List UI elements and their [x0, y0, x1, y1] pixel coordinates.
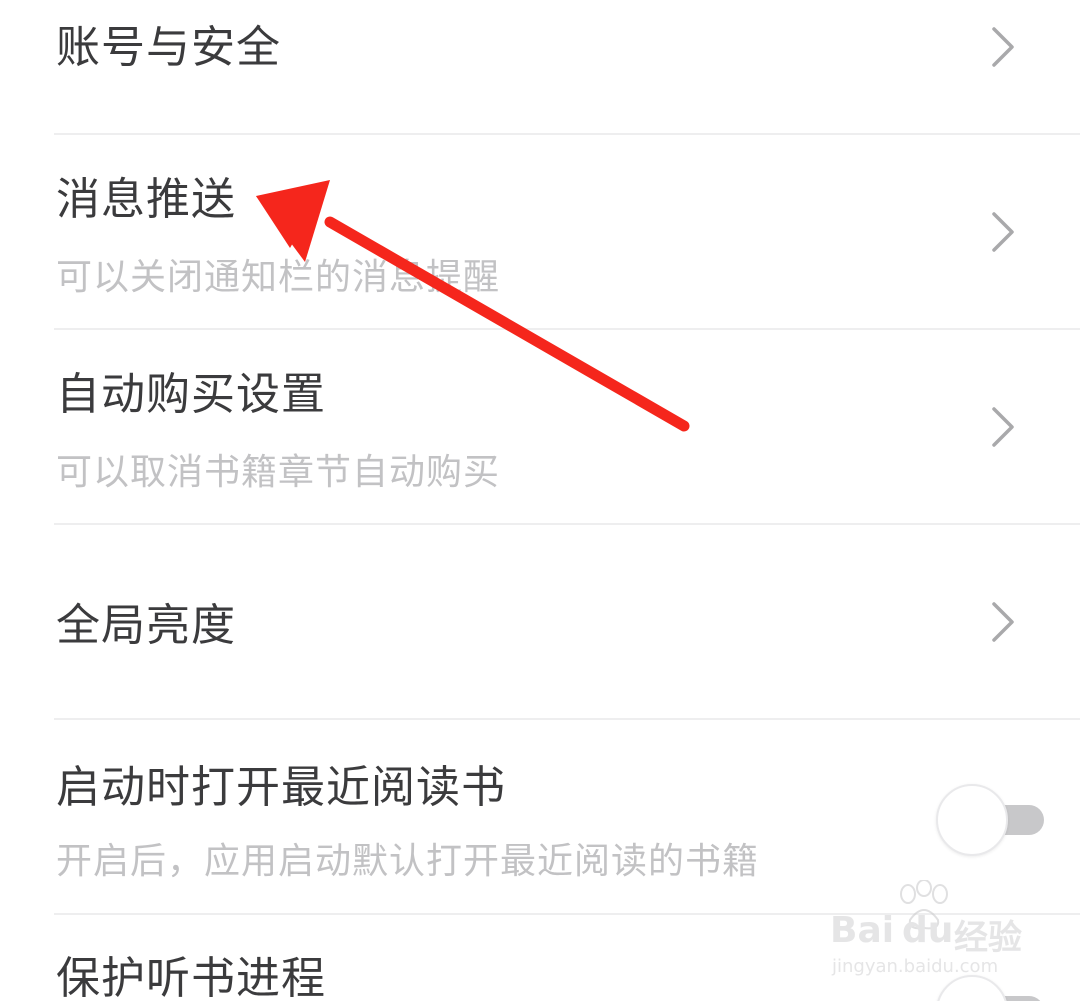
watermark-url: jingyan.baidu.com	[832, 956, 999, 977]
chevron-right-icon	[992, 602, 1014, 642]
settings-item-subtitle: 可以取消书籍章节自动购买	[56, 452, 501, 493]
settings-item-auto-purchase[interactable]: 自动购买设置 可以取消书籍章节自动购买	[0, 330, 1080, 525]
settings-item-title: 全局亮度	[56, 600, 236, 651]
chevron-right-icon	[992, 407, 1014, 447]
watermark-brand-right: du	[902, 910, 954, 951]
watermark-brand-cn: 经验	[954, 918, 1022, 958]
chevron-right-icon	[992, 27, 1014, 67]
settings-item-title: 保护听书进程	[56, 953, 326, 1001]
settings-item-message-push[interactable]: 消息推送 可以关闭通知栏的消息提醒	[0, 135, 1080, 330]
watermark-brand-left: Bai	[830, 910, 895, 951]
chevron-right-icon	[992, 212, 1014, 252]
toggle-knob	[936, 784, 1008, 856]
settings-screen: 账号与安全 消息推送 可以关闭通知栏的消息提醒 自动购买设置 可以取消书籍章节自…	[0, 0, 1080, 1001]
settings-item-subtitle: 开启后，应用启动默认打开最近阅读的书籍	[56, 841, 760, 882]
settings-item-subtitle: 可以关闭通知栏的消息提醒	[56, 257, 501, 298]
open-recent-book-toggle[interactable]	[936, 784, 1046, 856]
settings-item-account-security[interactable]: 账号与安全	[0, 0, 1080, 135]
settings-item-global-brightness[interactable]: 全局亮度	[0, 525, 1080, 720]
settings-item-title: 启动时打开最近阅读书	[56, 762, 506, 813]
settings-item-title: 账号与安全	[56, 22, 281, 73]
baidu-jingyan-watermark: Bai du 经验 jingyan.baidu.com	[830, 880, 1030, 980]
settings-item-title: 消息推送	[56, 174, 236, 225]
settings-item-title: 自动购买设置	[56, 369, 326, 420]
